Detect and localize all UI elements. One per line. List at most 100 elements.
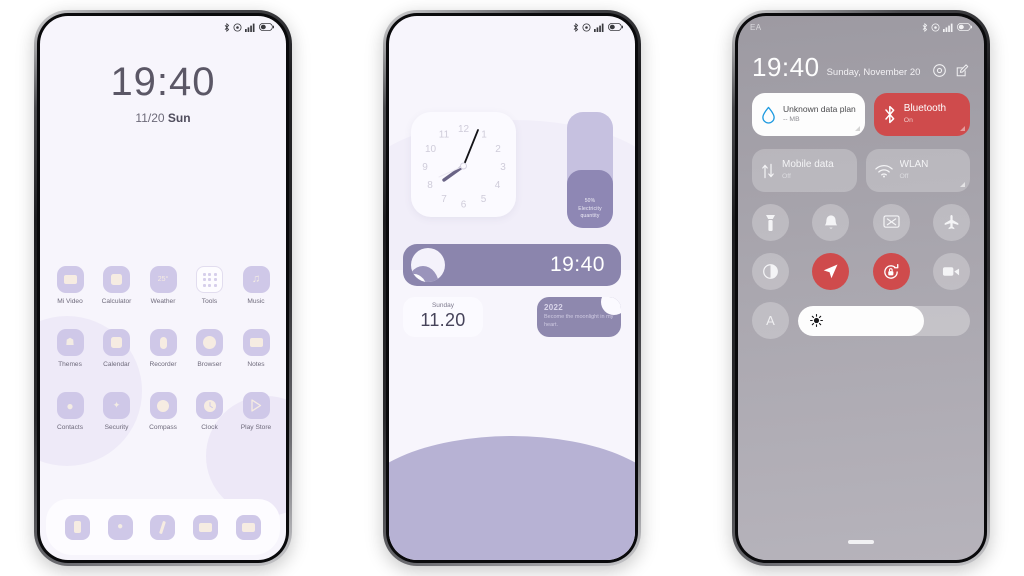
- tile-wlan[interactable]: WLAN Off: [865, 149, 970, 192]
- airplane-icon[interactable]: [932, 204, 970, 241]
- background-hill: [389, 436, 635, 560]
- tile-expand-corner[interactable]: [854, 126, 860, 131]
- signal-icon: [594, 23, 604, 32]
- brightness-slider-fill: [798, 305, 924, 336]
- analog-clock-widget[interactable]: 12 1 2 3 4 5 6 7 8 9 10 11: [411, 112, 516, 217]
- bluetooth-icon: [224, 22, 230, 32]
- screen-home: 19:40 11/20 Sun Mi Video Calculator 25° …: [40, 16, 286, 560]
- phone-mockup-stage: 19:40 11/20 Sun Mi Video Calculator 25° …: [0, 0, 1024, 576]
- app-label: Calendar: [103, 361, 130, 368]
- clock-numeral-12: 12: [458, 124, 470, 135]
- app-compass[interactable]: Compass: [141, 392, 185, 431]
- gallery-icon[interactable]: [193, 514, 219, 540]
- screen-widgets: 12 1 2 3 4 5 6 7 8 9 10 11 50% Electrici…: [389, 16, 635, 560]
- signal-icon: [943, 23, 953, 32]
- cast-icon[interactable]: [872, 204, 910, 241]
- folder-icon: [196, 266, 223, 293]
- camera-icon[interactable]: [236, 514, 262, 540]
- battery-icon: [608, 23, 623, 31]
- dnd-icon: [582, 23, 591, 31]
- tile-subtitle: Off: [899, 173, 909, 181]
- app-grid: Mi Video Calculator 25° Weather Tools ♫ …: [48, 266, 278, 441]
- tile-bluetooth[interactable]: Bluetooth On: [873, 93, 970, 136]
- app-mi-video[interactable]: Mi Video: [48, 266, 92, 305]
- status-bar-icons: [224, 22, 274, 32]
- brightness-slider[interactable]: [798, 305, 970, 336]
- battery-icon: [259, 23, 274, 31]
- time-bar-value: 19:40: [549, 253, 605, 276]
- battery-widget[interactable]: 50% Electricity quantity: [567, 112, 613, 228]
- app-weather[interactable]: 25° Weather: [141, 266, 185, 305]
- app-label: Notes: [247, 361, 265, 368]
- app-music[interactable]: ♫ Music: [234, 266, 278, 305]
- time-bar-widget[interactable]: 19:40: [403, 244, 621, 286]
- clock-center-cap: [460, 162, 467, 170]
- status-bar-widgets: [389, 16, 635, 38]
- tile-expand-corner[interactable]: [960, 182, 965, 187]
- tile-data-plan[interactable]: Unknown data plan -- MB: [752, 93, 865, 136]
- tile-mobile-data[interactable]: Mobile data Off: [752, 149, 857, 192]
- phone-icon[interactable]: [64, 514, 90, 540]
- tile-text: WLAN Off: [900, 159, 929, 182]
- messages-icon[interactable]: ●: [107, 514, 133, 540]
- clock-numeral-9: 9: [422, 162, 428, 173]
- app-themes[interactable]: ☗ Themes: [48, 329, 92, 368]
- rotation-lock-icon[interactable]: [872, 253, 910, 290]
- clock-icon: [196, 392, 223, 419]
- app-folder-tools[interactable]: Tools: [188, 266, 232, 305]
- app-play-store[interactable]: Play Store: [234, 392, 278, 431]
- edit-icon[interactable]: [955, 63, 970, 78]
- clock-numeral-1: 1: [481, 130, 487, 141]
- app-grid-row: ● Contacts ✦ Security Compass Clock Play…: [48, 392, 278, 431]
- app-security[interactable]: ✦ Security: [95, 392, 139, 431]
- clock-minute-hand: [462, 129, 479, 167]
- weather-badge: 25°: [157, 276, 169, 283]
- app-label: Calculator: [101, 298, 132, 305]
- tile-text: Mobile data Off: [782, 159, 834, 182]
- gear-icon[interactable]: [932, 63, 947, 78]
- tile-subtitle: -- MB: [783, 116, 800, 124]
- tool-icon[interactable]: [150, 514, 176, 540]
- quote-widget[interactable]: 2022 Become the moonlight in my heart.: [537, 297, 621, 337]
- cc-quick-toggle-row-2: [752, 253, 970, 290]
- home-time: 19:40: [110, 60, 216, 104]
- app-label: Play Store: [240, 424, 272, 431]
- auto-brightness-toggle[interactable]: A: [752, 302, 789, 339]
- app-calculator[interactable]: Calculator: [95, 266, 139, 305]
- dark-mode-icon[interactable]: [752, 253, 789, 290]
- status-bar-home: [40, 16, 286, 38]
- tile-title: WLAN: [899, 159, 929, 171]
- recorder-icon: [149, 329, 177, 356]
- tile-text: Unknown data plan -- MB: [783, 104, 856, 125]
- app-notes[interactable]: Notes: [234, 329, 278, 368]
- compass-icon: [149, 392, 177, 419]
- date-widget[interactable]: Sunday 11.20: [403, 297, 483, 337]
- signal-icon: [245, 23, 255, 32]
- panel-drag-handle[interactable]: [738, 540, 984, 544]
- clock-numeral-6: 6: [461, 200, 467, 211]
- status-bar-icons: [573, 22, 623, 32]
- battery-icon: [957, 23, 972, 31]
- screen-recorder-icon[interactable]: [932, 253, 970, 290]
- tile-title: Bluetooth: [903, 103, 947, 115]
- clock-numeral-3: 3: [500, 162, 506, 173]
- analog-clock-face: 12 1 2 3 4 5 6 7 8 9 10 11: [422, 124, 506, 211]
- flashlight-icon[interactable]: [752, 204, 789, 241]
- clock-numeral-2: 2: [495, 144, 501, 155]
- ringer-bell-icon[interactable]: [812, 204, 850, 241]
- tile-expand-corner[interactable]: [960, 126, 965, 131]
- app-browser[interactable]: Browser: [188, 329, 232, 368]
- app-recorder[interactable]: Recorder: [141, 329, 185, 368]
- location-icon[interactable]: [812, 253, 850, 290]
- cc-tile-row-1: Unknown data plan -- MB Bluetooth On: [752, 93, 970, 136]
- brightness-control: A: [752, 302, 970, 339]
- app-clock[interactable]: Clock: [188, 392, 232, 431]
- app-contacts[interactable]: ● Contacts: [48, 392, 92, 431]
- themes-icon: ☗: [56, 329, 84, 356]
- carrier-label: EA: [750, 22, 762, 32]
- bluetooth-icon: [922, 22, 928, 32]
- date-widget-date: 11.20: [420, 310, 466, 330]
- avatar: [411, 248, 445, 282]
- clock-numeral-7: 7: [441, 194, 447, 205]
- app-calendar[interactable]: Calendar: [95, 329, 139, 368]
